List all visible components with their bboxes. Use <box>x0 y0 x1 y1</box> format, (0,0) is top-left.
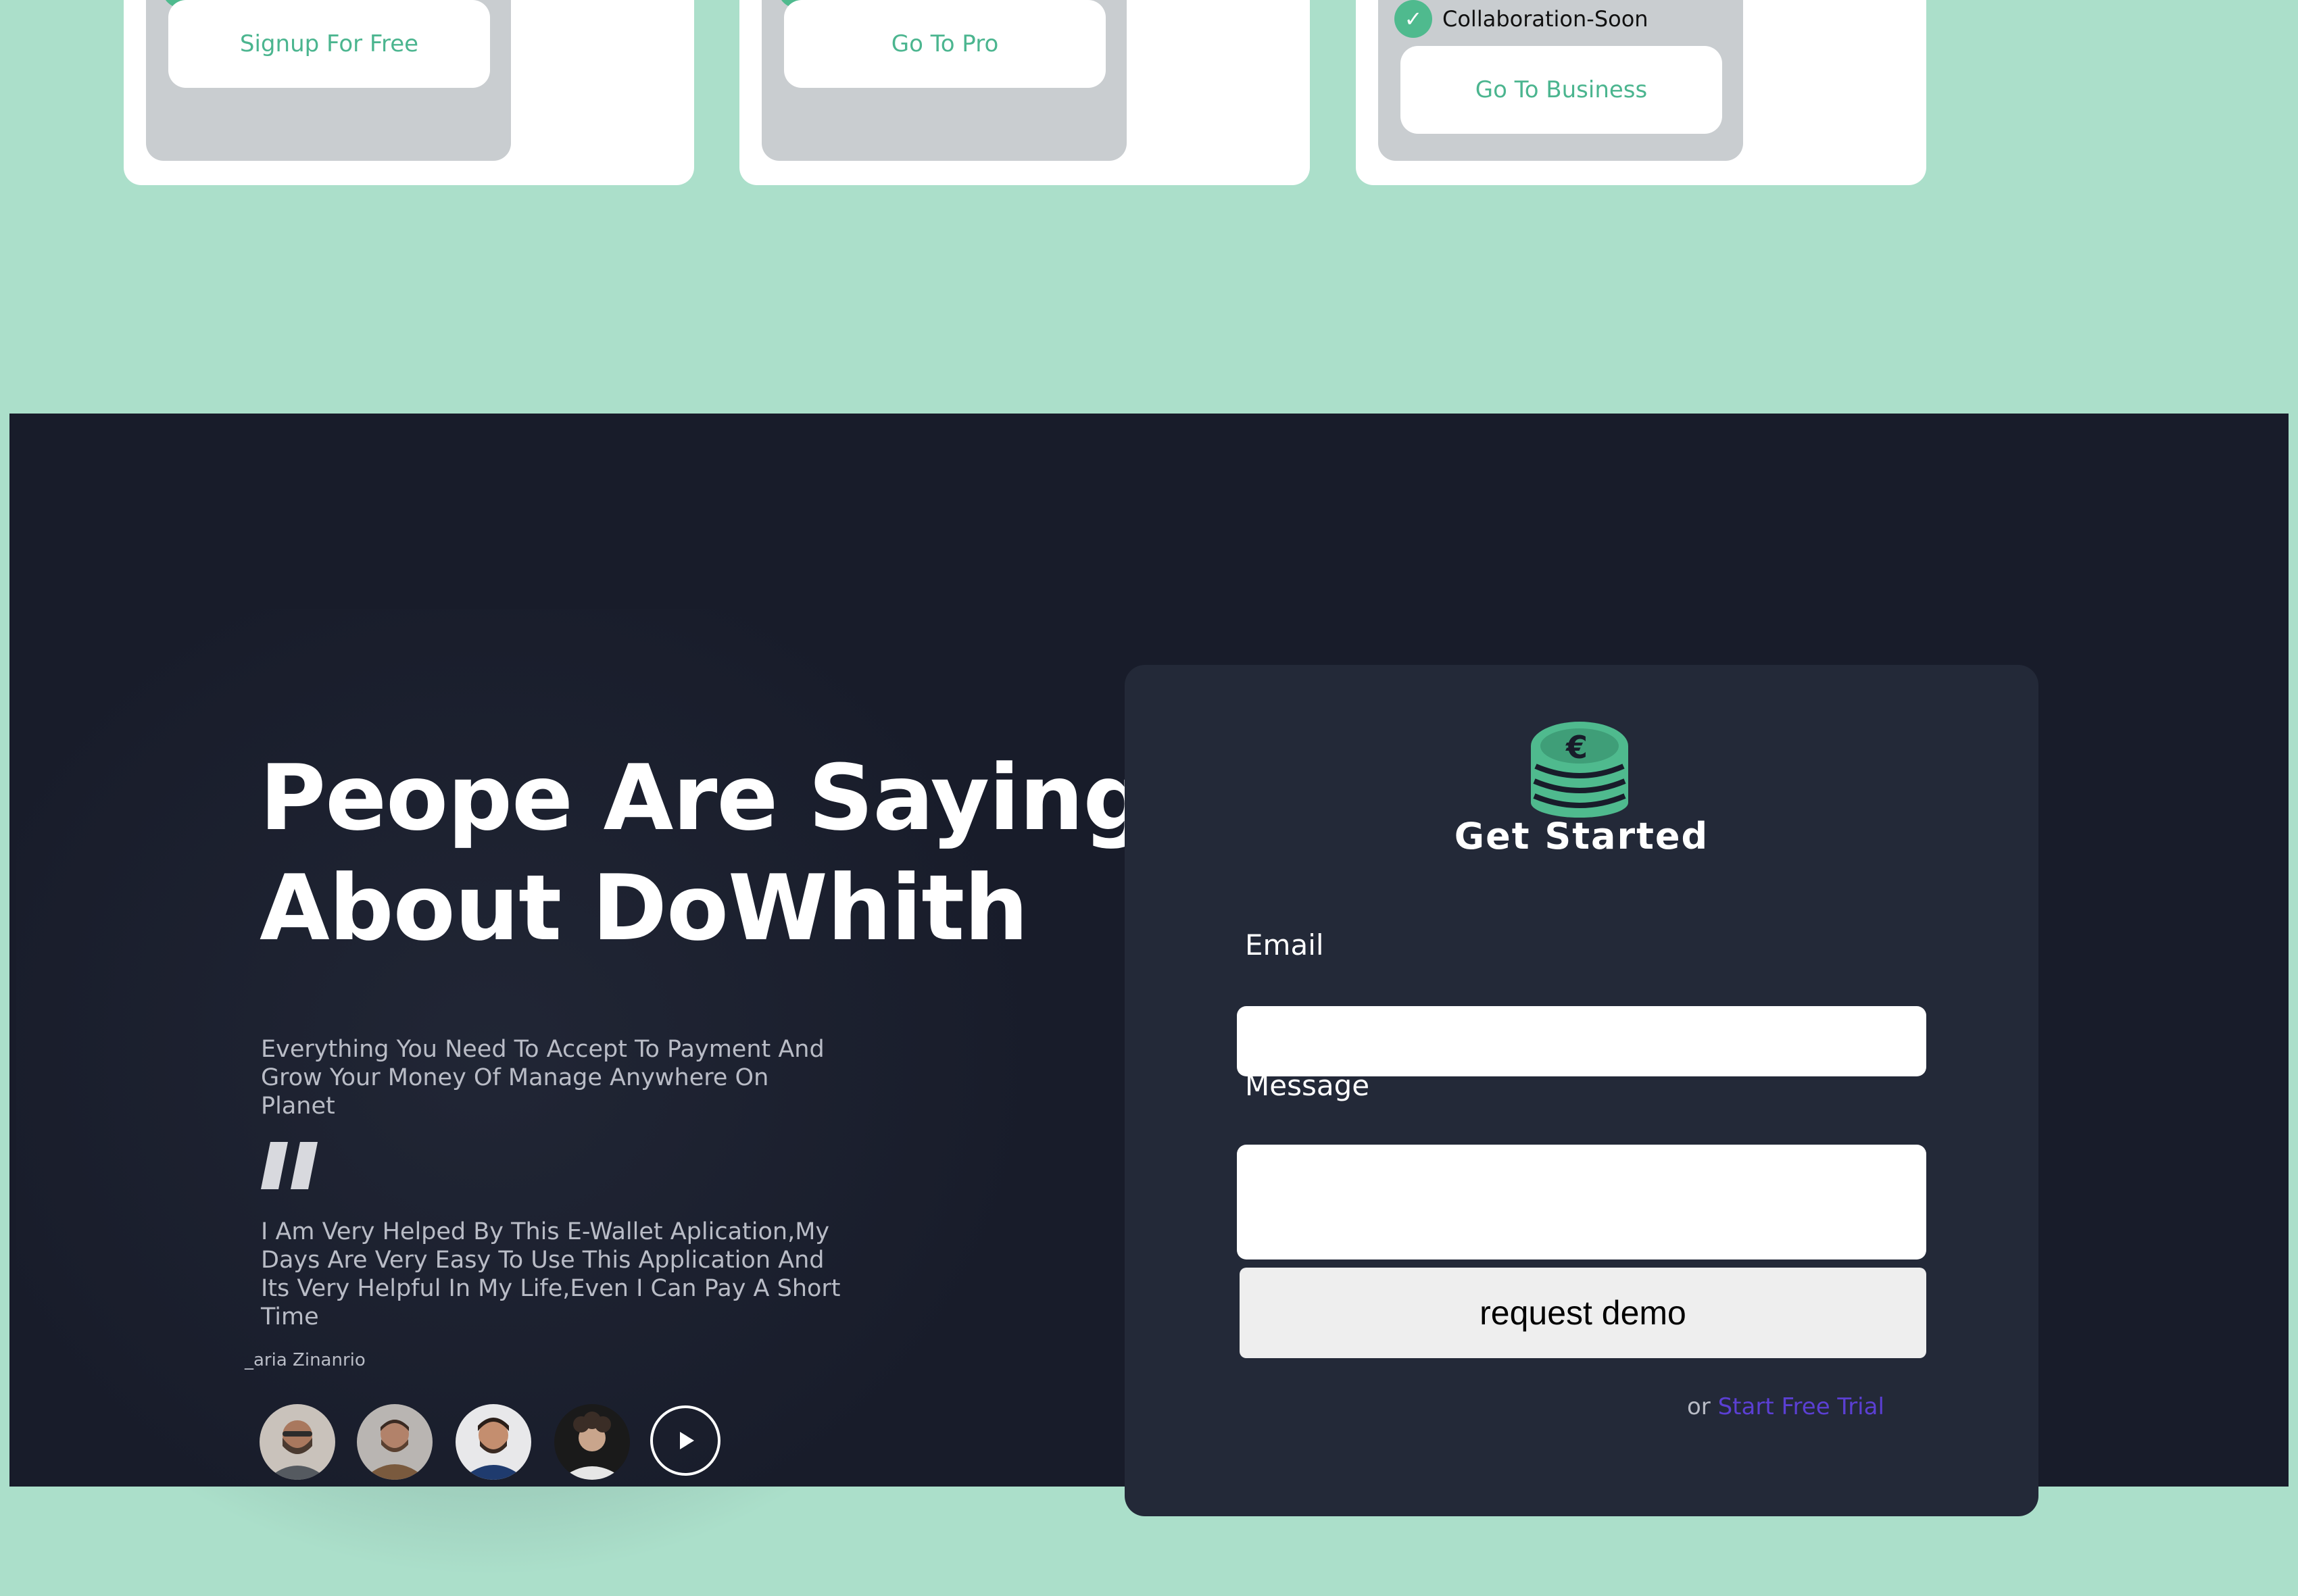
request-demo-button[interactable]: request demo <box>1240 1268 1926 1358</box>
avatar[interactable] <box>357 1404 433 1480</box>
play-video-button[interactable] <box>650 1405 720 1476</box>
testimonial-section: Peope Are Saying About DoWhith Everythin… <box>9 414 2289 1596</box>
svg-text:€: € <box>1565 729 1588 766</box>
pricing-card-free: ✓ Signup For Free <box>124 0 694 185</box>
pricing-card-pro: ✓ Go To Pro <box>739 0 1310 185</box>
check-icon: ✓ <box>1394 0 1432 38</box>
coin-stack-euro-icon: € <box>1531 722 1628 818</box>
plan-features-panel: ✓ Go To Pro <box>762 0 1127 161</box>
form-title: Get Started <box>1454 815 1709 857</box>
avatar[interactable] <box>456 1404 531 1480</box>
go-pro-button[interactable]: Go To Pro <box>784 0 1106 88</box>
avatar[interactable] <box>260 1404 335 1480</box>
feature-item: ✓ Collaboration-Soon <box>1378 0 1743 38</box>
avatar[interactable] <box>554 1404 630 1480</box>
testimonial-author: _aria Zinanrio <box>245 1350 366 1370</box>
message-field[interactable] <box>1237 1145 1926 1260</box>
get-started-form: € Get Started Email Message request demo… <box>1125 665 2038 1516</box>
start-free-trial-link[interactable]: Start Free Trial <box>1718 1393 1884 1420</box>
section-intro: Everything You Need To Accept To Payment… <box>261 1036 825 1120</box>
section-heading: Peope Are Saying About DoWhith <box>260 745 1148 961</box>
plan-features-panel: ✓ Collaboration-Soon Go To Business <box>1378 0 1743 161</box>
quote-icon <box>261 1142 318 1189</box>
message-label: Message <box>1245 1069 1370 1102</box>
feature-label: Collaboration-Soon <box>1442 6 1648 32</box>
play-icon <box>680 1432 694 1449</box>
alt-prefix: or <box>1687 1393 1711 1420</box>
plan-features-panel: ✓ Signup For Free <box>146 0 511 161</box>
testimonial-quote: I Am Very Helped By This E-Wallet Aplica… <box>261 1218 841 1330</box>
free-trial-line: or Start Free Trial <box>1687 1393 1884 1420</box>
go-business-button[interactable]: Go To Business <box>1400 46 1722 134</box>
email-label: Email <box>1245 928 1324 962</box>
signup-free-button[interactable]: Signup For Free <box>168 0 490 88</box>
email-field[interactable] <box>1237 1006 1926 1076</box>
pricing-card-business: ✓ Collaboration-Soon Go To Business <box>1356 0 1926 185</box>
